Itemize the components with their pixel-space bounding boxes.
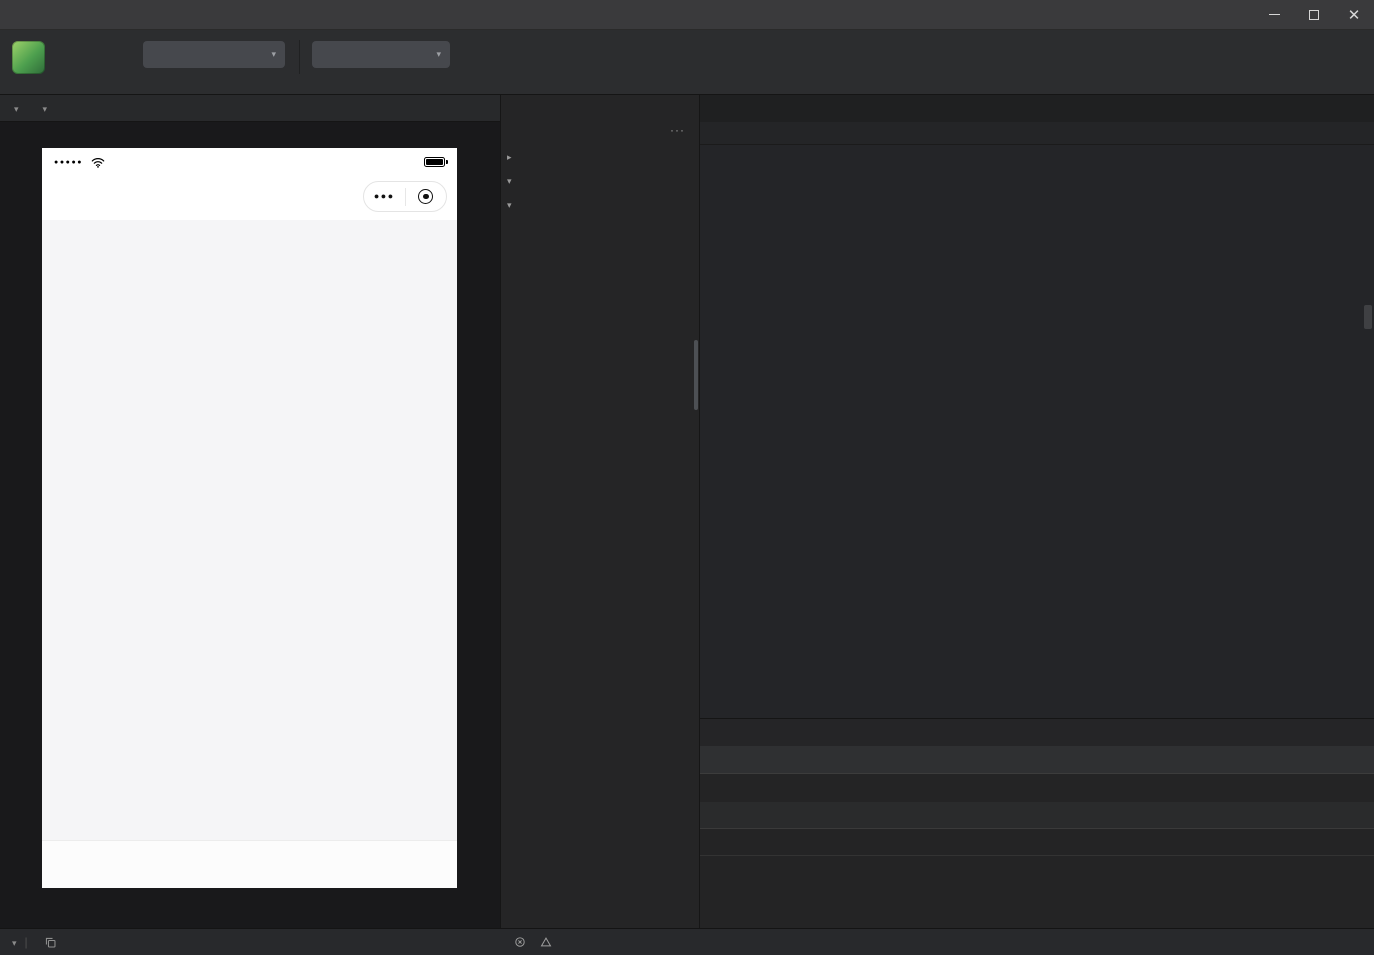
editor-panel bbox=[700, 95, 1374, 928]
titlebar: ✕ bbox=[0, 0, 1374, 30]
styles-content-area[interactable] bbox=[700, 856, 1374, 928]
minimize-button[interactable] bbox=[1254, 0, 1294, 30]
phone-screen: ●●●●● ●●● bbox=[42, 148, 457, 888]
pages-section[interactable]: ▾ bbox=[501, 169, 699, 193]
wechat-devtools-window: ✕ ▾ ▾ ▾ ▾ bbox=[0, 0, 1374, 955]
editor-tabs bbox=[700, 95, 1374, 122]
device-select[interactable]: ▾ bbox=[14, 101, 19, 115]
explorer-header: ··· bbox=[501, 115, 699, 145]
statusbar: ▾ | bbox=[0, 928, 1374, 955]
user-avatar[interactable] bbox=[12, 41, 45, 74]
explorer-scrollbar[interactable] bbox=[694, 340, 698, 410]
chevron-down-icon: ▾ bbox=[422, 49, 441, 60]
page-path-selector[interactable]: ▾ bbox=[12, 935, 17, 949]
styles-tab-bar bbox=[700, 802, 1374, 829]
more-menu-button[interactable]: ●●● bbox=[364, 182, 405, 211]
styles-filter-row bbox=[700, 829, 1374, 856]
simulator-header: ▾ ▾ bbox=[0, 95, 500, 122]
maximize-button[interactable] bbox=[1294, 0, 1334, 30]
error-count[interactable] bbox=[514, 936, 530, 948]
editor-scrollbar[interactable] bbox=[1364, 305, 1372, 329]
compile-select[interactable]: ▾ bbox=[312, 41, 450, 68]
simulator-panel: ▾ ▾ ●●●●● bbox=[0, 95, 500, 928]
exit-miniapp-button[interactable] bbox=[406, 182, 447, 211]
copy-icon[interactable] bbox=[44, 936, 57, 949]
main-area: ▾ ▾ ●●●●● bbox=[0, 95, 1374, 928]
hot-reload-toggle[interactable]: ▾ bbox=[43, 101, 48, 115]
warning-icon bbox=[540, 936, 552, 948]
toolbar: ▾ ▾ bbox=[0, 30, 1374, 95]
mode-select[interactable]: ▾ bbox=[143, 41, 285, 68]
explorer-more-icon[interactable]: ··· bbox=[670, 123, 685, 137]
phone-navbar: ●●● bbox=[42, 174, 457, 220]
open-editors-section[interactable]: ▸ bbox=[501, 145, 699, 169]
debugger-panel bbox=[700, 718, 1374, 928]
debugger-tab-bar bbox=[700, 719, 1374, 746]
warning-count[interactable] bbox=[540, 936, 556, 948]
window-controls: ✕ bbox=[1254, 0, 1374, 30]
miniapp-tabbar bbox=[42, 840, 457, 888]
signal-icon: ●●●●● bbox=[54, 159, 83, 166]
wifi-icon bbox=[91, 157, 105, 168]
wxml-tree-area[interactable] bbox=[700, 774, 1374, 802]
phone-statusbar: ●●●●● bbox=[42, 148, 457, 174]
explorer-panel: ··· ▸ ▾ ▾ bbox=[500, 95, 700, 928]
simulator-stage: ●●●●● ●●● bbox=[0, 122, 500, 928]
breadcrumb bbox=[700, 122, 1374, 145]
battery-icon bbox=[424, 157, 445, 167]
capsule-menu: ●●● bbox=[363, 181, 447, 212]
close-button[interactable]: ✕ bbox=[1334, 0, 1374, 30]
miniapp-content bbox=[42, 220, 457, 840]
outline-section[interactable]: ▾ bbox=[501, 193, 699, 217]
code-editor[interactable] bbox=[700, 145, 1374, 718]
devtools-toolbar bbox=[700, 746, 1374, 774]
chevron-down-icon: ▾ bbox=[257, 49, 276, 60]
error-icon bbox=[514, 936, 526, 948]
